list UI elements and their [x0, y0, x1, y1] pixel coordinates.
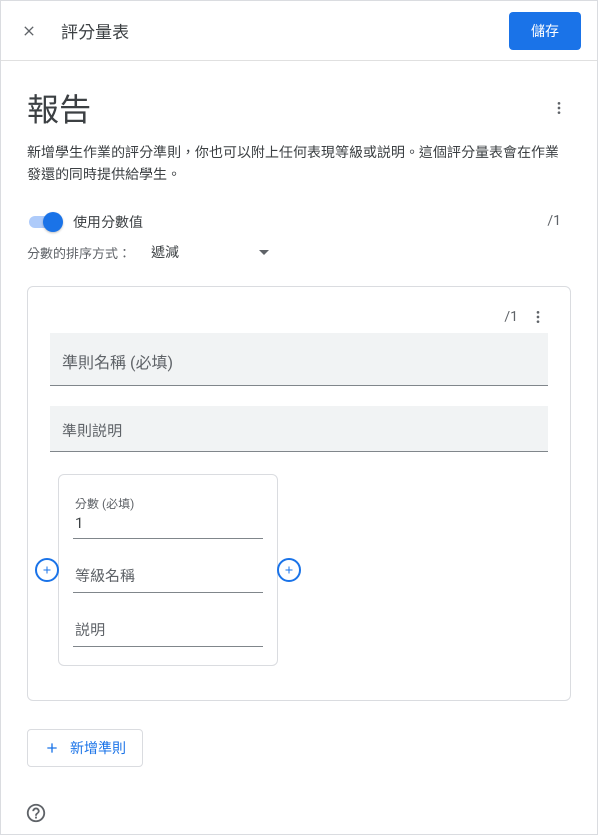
criterion-name-input[interactable]: 準則名稱 (必填) [50, 333, 548, 386]
level-points-input[interactable]: 分數 (必填) 1 [73, 489, 263, 539]
criterion-card: /1 準則名稱 (必填) 準則説明 分數 (必填) 1 等級名稱 説明 [27, 286, 571, 701]
sort-order-value: 遞減 [151, 242, 179, 262]
level-points-label: 分數 (必填) [75, 495, 261, 512]
level-card: 分數 (必填) 1 等級名稱 説明 [58, 474, 278, 666]
sort-order-select[interactable]: 遞減 [151, 242, 269, 262]
level-name-placeholder: 等級名稱 [75, 565, 261, 586]
page-description: 新增學生作業的評分準則，你也可以附上任何表現等級或説明。這個評分量表會在作業發還… [27, 143, 571, 186]
dialog-title: 評分量表 [61, 18, 489, 43]
sort-label: 分數的排序方式： [27, 243, 131, 262]
page-title: 報告 [27, 85, 91, 131]
use-scoring-toggle[interactable] [27, 212, 63, 232]
total-score-display: /1 [547, 213, 561, 229]
add-criterion-button[interactable]: 新增準則 [27, 729, 143, 767]
add-level-after-button[interactable] [277, 558, 301, 582]
criterion-more-icon[interactable] [528, 307, 548, 327]
use-scoring-label: 使用分數值 [73, 212, 143, 232]
save-button[interactable]: 儲存 [509, 12, 581, 50]
help-icon[interactable] [25, 802, 47, 824]
criterion-score-display: /1 [504, 309, 518, 325]
plus-icon [44, 740, 60, 756]
close-icon[interactable] [17, 19, 41, 43]
add-criterion-label: 新增準則 [70, 738, 126, 758]
dropdown-arrow-icon [259, 250, 269, 255]
add-level-before-button[interactable] [35, 558, 59, 582]
more-options-icon[interactable] [547, 96, 571, 120]
level-desc-input[interactable]: 説明 [73, 611, 263, 647]
level-desc-placeholder: 説明 [75, 619, 261, 640]
criterion-desc-input[interactable]: 準則説明 [50, 406, 548, 452]
level-name-input[interactable]: 等級名稱 [73, 557, 263, 593]
level-points-value: 1 [75, 514, 261, 532]
